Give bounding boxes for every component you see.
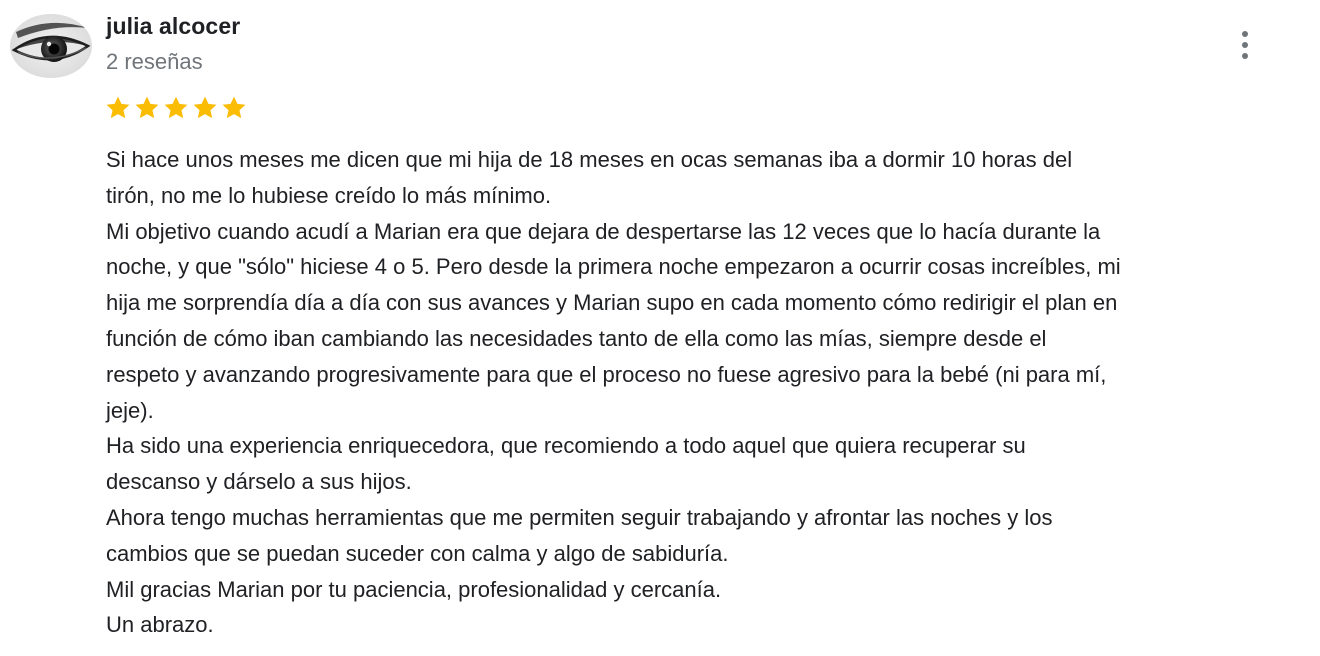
review-line: Si hace unos meses me dicen que mi hija … [106,147,1073,172]
more-options-button[interactable] [1228,26,1262,64]
review-count[interactable]: 2 reseñas [106,49,203,75]
author-name[interactable]: julia alcocer [106,13,240,40]
review-text: Si hace unos meses me dicen que mi hija … [106,142,1306,643]
review-line: cambios que se puedan suceder con calma … [106,540,729,566]
review-line: tirón, no me lo hubiese creído lo más mí… [106,182,552,208]
more-vert-icon [1242,31,1248,37]
review-line: noche, y que "sólo" hiciese 4 o 5. Pero … [106,254,1121,280]
eye-photo-icon [10,14,92,78]
star-icon [135,96,159,119]
review-line: Mi objetivo cuando acudí a Marian era qu… [106,218,1101,244]
review-line: función de cómo iban cambiando las neces… [106,325,1047,351]
review-line: respeto y avanzando progresivamente para… [106,361,1107,387]
review-line: Ahora tengo muchas herramientas que me p… [106,504,1053,530]
avatar[interactable] [10,14,92,78]
star-icon [222,96,246,119]
review-card: julia alcocer 2 reseñas Si hace unos mes… [0,0,1320,656]
star-icon [164,96,188,119]
review-line: hija me sorprendía día a día con sus ava… [106,290,1118,316]
review-line: descanso y dárselo a sus hijos. [106,469,412,495]
star-icon [106,96,130,119]
more-vert-icon-dot [1242,53,1248,59]
review-line: Un abrazo. [106,612,214,638]
more-vert-icon-dot [1242,42,1248,48]
star-rating [104,94,248,122]
review-line: jeje). [106,397,154,423]
review-line: Ha sido una experiencia enriquecedora, q… [106,433,1026,459]
review-line: Mil gracias Marian por tu paciencia, pro… [106,576,722,602]
star-icon [193,96,217,119]
